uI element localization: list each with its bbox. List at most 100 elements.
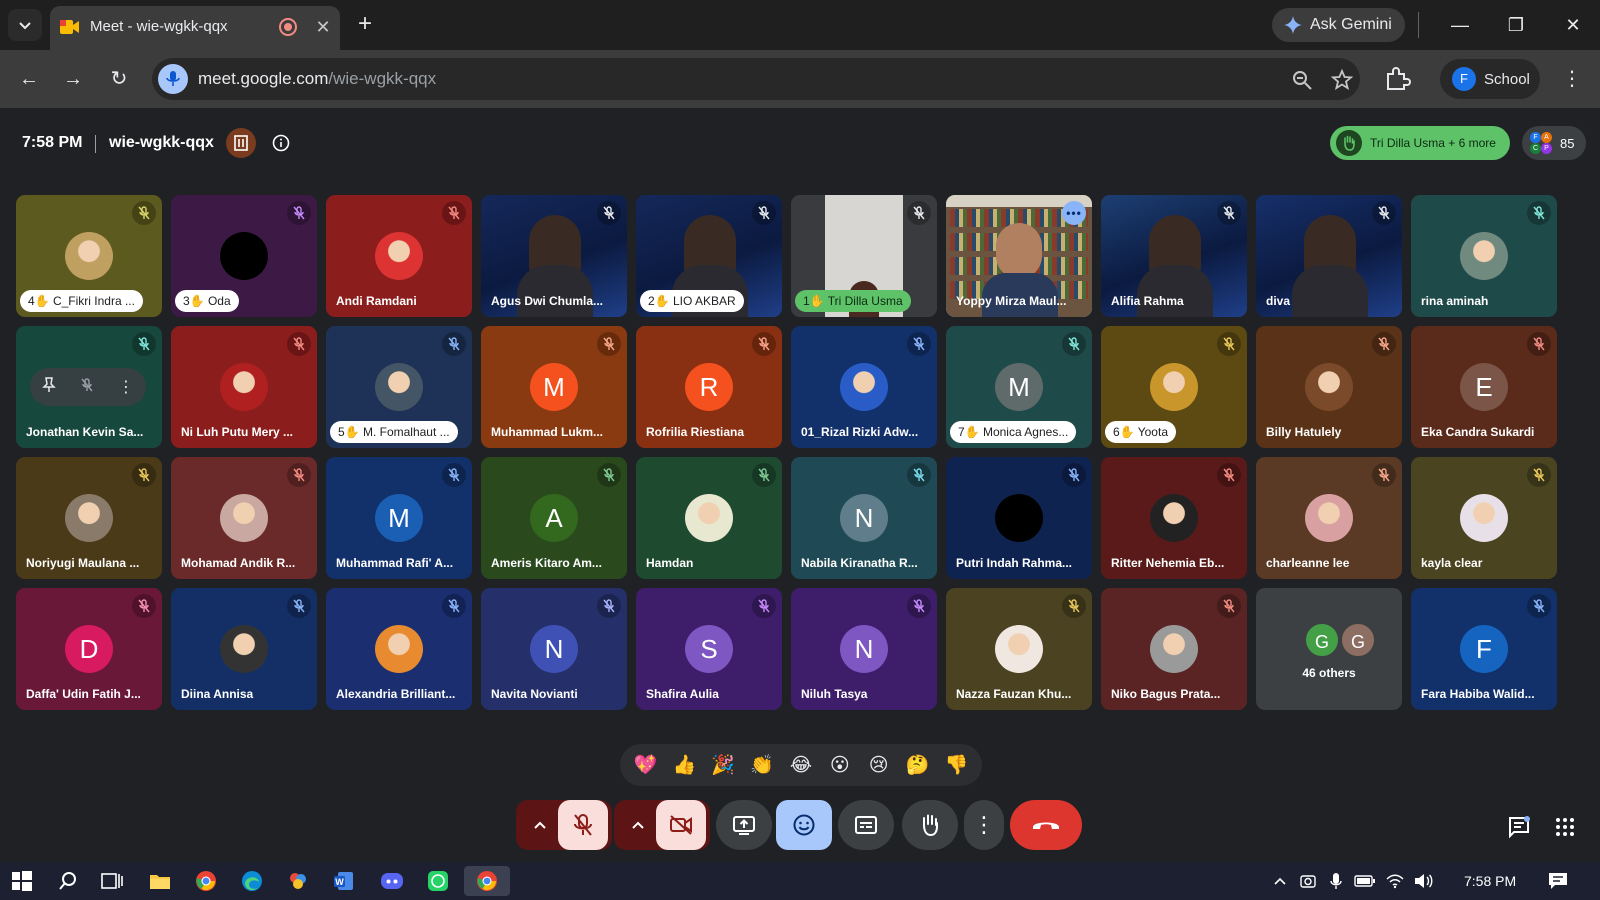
participant-tile[interactable]: Putri Indah Rahma... [946,457,1092,579]
video-options-chevron-icon[interactable] [620,800,656,850]
participant-tile[interactable]: charleanne lee [1256,457,1402,579]
chrome-icon[interactable] [186,866,226,896]
participant-tile[interactable]: Niko Bagus Prata... [1101,588,1247,710]
participant-tile[interactable]: 1✋ Tri Dilla Usma [791,195,937,317]
reactions-button[interactable] [776,800,832,850]
new-tab-button[interactable]: + [350,10,380,40]
meeting-info-icon[interactable] [272,134,290,152]
reaction-emoji-button[interactable]: 🤔 [902,753,934,777]
microphone-tray-icon[interactable] [1324,866,1348,896]
participant-tile[interactable]: kayla clear [1411,457,1557,579]
reload-icon[interactable]: ↻ [104,64,134,94]
reaction-emoji-button[interactable]: 😂 [785,754,817,777]
discord-icon[interactable] [372,866,412,896]
participant-tile[interactable]: A Ameris Kitaro Am... [481,457,627,579]
pin-icon[interactable] [42,376,56,398]
extensions-puzzle-icon[interactable] [1382,64,1412,94]
hidden-icons-chevron-icon[interactable] [1268,866,1292,896]
participant-tile[interactable]: Ritter Nehemia Eb... [1101,457,1247,579]
minimize-icon[interactable]: — [1440,10,1480,40]
reaction-emoji-button[interactable]: 💖 [629,753,661,777]
participant-tile[interactable]: S Shafira Aulia [636,588,782,710]
reaction-emoji-button[interactable]: 👍 [668,753,700,777]
participant-tile[interactable]: 5✋ M. Fomalhaut ... [326,326,472,448]
ask-gemini-button[interactable]: Ask Gemini [1272,8,1405,42]
participant-tile[interactable]: N Navita Novianti [481,588,627,710]
activities-button[interactable] [1548,810,1582,844]
participant-tile[interactable]: F Fara Habiba Walid... [1411,588,1557,710]
audio-options-chevron-icon[interactable] [522,800,558,850]
close-window-icon[interactable]: ✕ [1553,10,1593,40]
address-bar[interactable]: meet.google.com/wie-wgkk-qqx [152,58,1360,100]
tab-close-icon[interactable]: ✕ [312,16,334,38]
restore-icon[interactable]: ❐ [1496,10,1536,40]
bookmark-star-icon[interactable] [1330,68,1354,92]
participant-tile[interactable]: ••• Yoppy Mirza Maul... [946,195,1092,317]
tab-search-button[interactable] [8,9,42,41]
reaction-emoji-button[interactable]: 😢 [863,754,895,777]
back-arrow-icon[interactable]: ← [14,64,44,94]
participant-tile[interactable]: N Niluh Tasya [791,588,937,710]
participant-tile[interactable]: Agus Dwi Chumla... [481,195,627,317]
leave-call-button[interactable] [1010,800,1082,850]
participant-tile[interactable]: ⋮ Jonathan Kevin Sa... [16,326,162,448]
word-icon[interactable]: W [324,866,364,896]
paint-app-icon[interactable] [278,866,318,896]
participant-tile[interactable]: diva [1256,195,1402,317]
chat-button[interactable] [1502,810,1536,844]
participant-tile[interactable]: R Rofrilia Riestiana [636,326,782,448]
tile-more-icon[interactable]: ⋮ [118,377,134,397]
participant-tile[interactable]: M 7✋ Monica Agnes... [946,326,1092,448]
participant-tile[interactable]: N Nabila Kiranatha R... [791,457,937,579]
participant-tile[interactable]: 6✋ Yoota [1101,326,1247,448]
participant-tile[interactable]: Alifia Rahma [1101,195,1247,317]
participant-tile[interactable]: 3✋ Oda [171,195,317,317]
participant-tile[interactable]: E Eka Candra Sukardi [1411,326,1557,448]
wifi-icon[interactable] [1382,866,1408,896]
profile-button[interactable]: F School [1440,59,1540,99]
reaction-emoji-button[interactable]: 😮 [824,754,856,777]
mute-participant-icon[interactable] [80,377,94,397]
browser-menu-icon[interactable]: ⋮ [1560,66,1584,92]
more-options-button[interactable]: ⋮ [964,800,1004,850]
notifications-icon[interactable] [1540,866,1576,896]
search-icon[interactable] [48,866,88,896]
participant-tile[interactable]: 01_Rizal Rizki Adw... [791,326,937,448]
reaction-emoji-button[interactable]: 👏 [746,753,778,777]
host-controls-icon[interactable] [226,128,256,158]
participant-tile[interactable]: rina aminah [1411,195,1557,317]
participant-tile[interactable]: Andi Ramdani [326,195,472,317]
participant-tile[interactable]: Billy Hatulely [1256,326,1402,448]
raise-hand-button[interactable] [902,800,958,850]
task-view-icon[interactable] [92,866,132,896]
microphone-off-button[interactable] [558,800,608,850]
reaction-emoji-button[interactable]: 👎 [940,753,972,777]
file-explorer-icon[interactable] [140,866,180,896]
reaction-emoji-button[interactable]: 🎉 [707,753,739,777]
participants-chip[interactable]: F A C P 85 [1522,126,1586,160]
battery-icon[interactable] [1352,866,1378,896]
participant-tile[interactable]: Nazza Fauzan Khu... [946,588,1092,710]
participant-tile[interactable]: Diina Annisa [171,588,317,710]
participant-tile[interactable]: Noriyugi Maulana ... [16,457,162,579]
participant-tile[interactable]: Hamdan [636,457,782,579]
present-screen-button[interactable] [716,800,772,850]
participant-tile[interactable]: Mohamad Andik R... [171,457,317,579]
windows-start-icon[interactable] [2,866,42,896]
mic-in-use-icon[interactable] [158,64,188,94]
chrome-active-icon[interactable] [464,866,510,896]
participant-tile[interactable]: D Daffa' Udin Fatih J... [16,588,162,710]
forward-arrow-icon[interactable]: → [58,64,88,94]
participant-tile[interactable]: 2✋ LIO AKBAR [636,195,782,317]
tile-options-icon[interactable]: ••• [1062,201,1086,225]
participant-tile[interactable]: Alexandria Brilliant... [326,588,472,710]
participant-tile[interactable]: M Muhammad Rafi' A... [326,457,472,579]
raised-hands-chip[interactable]: Tri Dilla Usma + 6 more [1330,126,1510,160]
browser-tab-active[interactable]: Meet - wie-wgkk-qqx ✕ [50,6,340,50]
edge-icon[interactable] [232,866,272,896]
camera-off-button[interactable] [656,800,706,850]
volume-icon[interactable] [1410,866,1436,896]
participant-tile[interactable]: Ni Luh Putu Mery ... [171,326,317,448]
zoom-icon[interactable] [1290,68,1314,92]
participant-tile[interactable]: 4✋ C_Fikri Indra ... [16,195,162,317]
